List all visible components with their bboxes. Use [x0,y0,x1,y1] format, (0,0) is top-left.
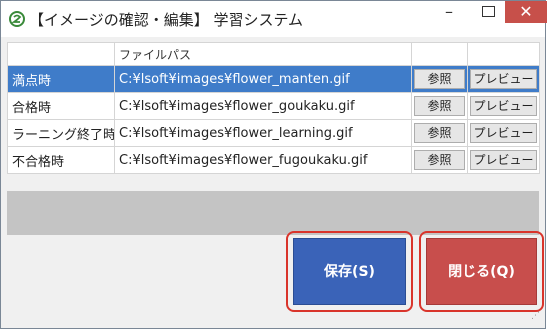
row-label: 合格時 [7,92,115,120]
maximize-icon [482,6,495,17]
browse-button[interactable]: 参照 [414,96,465,116]
title-bar: 【イメージの確認・編集】 学習システム – ✕ [1,1,547,37]
table-header-row: ファイルパス [7,42,540,66]
row-label: 満点時 [7,65,115,93]
row-label: ラーニング終了時 [7,119,115,147]
browse-button[interactable]: 参照 [414,123,465,143]
preview-button[interactable]: プレビュー [470,123,537,143]
header-file-path: ファイルパス [114,42,412,66]
header-preview [467,42,540,66]
browse-button[interactable]: 参照 [414,150,465,170]
preview-button[interactable]: プレビュー [470,96,537,116]
row-file-path[interactable]: C:¥lsoft¥images¥flower_fugoukaku.gif [114,146,412,174]
save-button[interactable]: 保存(S) [293,238,406,305]
row-file-path[interactable]: C:¥lsoft¥images¥flower_manten.gif [114,65,412,93]
header-browse [411,42,468,66]
header-label [7,42,115,66]
close-window-button[interactable]: ✕ [505,1,547,23]
row-file-path[interactable]: C:¥lsoft¥images¥flower_goukaku.gif [114,92,412,120]
app-window: 【イメージの確認・編集】 学習システム – ✕ ファイルパス 満点時 C:¥ls… [0,0,547,329]
image-settings-table: ファイルパス 満点時 C:¥lsoft¥images¥flower_manten… [7,42,540,174]
row-label: 不合格時 [7,146,115,174]
row-file-path[interactable]: C:¥lsoft¥images¥flower_learning.gif [114,119,412,147]
resize-grip-icon[interactable]: ⋰ [531,312,541,324]
table-empty-area [7,191,539,235]
close-button[interactable]: 閉じる(Q) [426,238,537,305]
table-row[interactable]: 合格時 C:¥lsoft¥images¥flower_goukaku.gif 参… [7,92,540,120]
preview-button[interactable]: プレビュー [470,150,537,170]
table-row[interactable]: 不合格時 C:¥lsoft¥images¥flower_fugoukaku.gi… [7,146,540,174]
minimize-button[interactable]: – [434,1,464,25]
maximize-button[interactable] [473,1,503,25]
table-row[interactable]: ラーニング終了時 C:¥lsoft¥images¥flower_learning… [7,119,540,147]
table-row[interactable]: 満点時 C:¥lsoft¥images¥flower_manten.gif 参照… [7,65,540,93]
browse-button[interactable]: 参照 [414,69,465,89]
app-icon [9,11,25,27]
preview-button[interactable]: プレビュー [470,69,537,89]
window-title: 【イメージの確認・編集】 学習システム [29,11,304,29]
